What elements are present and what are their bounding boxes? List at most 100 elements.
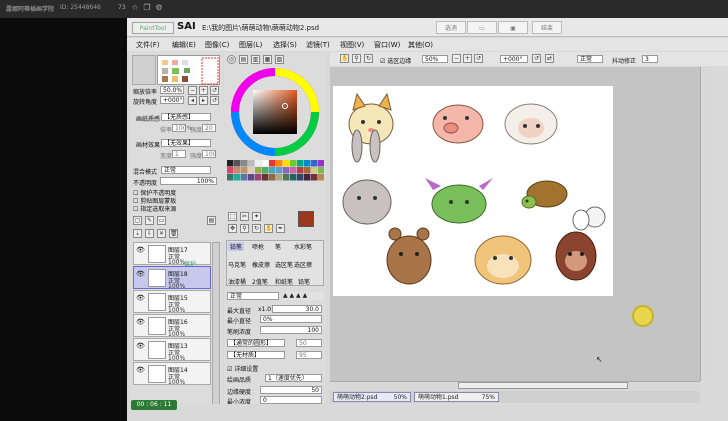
menu-image[interactable]: 图像(C) (205, 40, 229, 50)
zoom-out-button[interactable]: − (188, 86, 197, 95)
vertical-scrollbar[interactable] (700, 67, 711, 381)
hand-mode-button[interactable]: ✋ (340, 54, 349, 63)
menu-layer[interactable]: 图层(L) (239, 40, 262, 50)
menu-window[interactable]: 窗口(W) (374, 40, 400, 50)
hsv-mode-button[interactable]: ▥ (251, 55, 260, 64)
canvas-zoom-in[interactable]: + (463, 54, 472, 63)
magic-wand-tool[interactable]: ✦ (252, 212, 261, 221)
hand-tool[interactable]: ✋ (264, 224, 273, 233)
menu-select[interactable]: 选择(S) (273, 40, 297, 50)
brush-mode-select[interactable]: 正常 (227, 292, 279, 300)
tool-eraser[interactable]: 橡皮擦 (252, 260, 270, 269)
palette-mode-button[interactable]: ▧ (275, 55, 284, 64)
brush-shape-select[interactable]: 【通常的圆形】 (227, 339, 285, 347)
canvas-flip-button[interactable]: ⇄ (545, 54, 554, 63)
canvas-zoom-reset[interactable]: ↺ (474, 54, 483, 63)
window-end-button[interactable]: 结束 (532, 21, 562, 34)
layer-item[interactable]: 👁 图层14 正常 100% (133, 362, 211, 386)
color-wheel[interactable] (229, 66, 321, 158)
move-tool[interactable]: ✥ (228, 224, 237, 233)
menu-edit[interactable]: 编辑(E) (172, 40, 196, 50)
clear-layer-button[interactable]: ✕ (157, 229, 166, 238)
layer-item[interactable]: 👁 图层16 正常 100% (133, 314, 211, 338)
swatch-palette[interactable] (227, 160, 324, 208)
new-layer-button[interactable]: ▢ (133, 216, 142, 225)
new-folder-button[interactable]: ▭ (157, 216, 166, 225)
eye-icon[interactable]: 👁 (136, 294, 146, 302)
density-slider[interactable]: 100 (260, 326, 322, 334)
eye-icon[interactable]: 👁 (136, 342, 146, 350)
layer-item[interactable]: 👁 图层13 正常 100% (133, 338, 211, 362)
zoom-input[interactable]: 50.0% (160, 86, 184, 94)
rotate-reset-button[interactable]: ↺ (210, 96, 219, 105)
swatch-mode-button[interactable]: ▦ (263, 55, 272, 64)
settings-icon[interactable]: ⚙ (154, 3, 164, 13)
lasso-tool[interactable]: ✂ (240, 212, 249, 221)
zoom-reset-button[interactable]: ↺ (210, 86, 219, 95)
select-rect-tool[interactable]: ⬚ (228, 212, 237, 221)
new-linework-layer-button[interactable]: ✎ (145, 216, 154, 225)
tool-pencil[interactable]: 铅笔 (228, 242, 245, 251)
brush-texture-value[interactable]: 95 (296, 351, 322, 359)
rotate-mode-button[interactable]: ↻ (364, 54, 373, 63)
blend-mode-select[interactable]: 正常 (161, 166, 211, 174)
brush-texture-select[interactable]: 【无材质】 (227, 351, 285, 359)
zoom-tool[interactable]: ⚲ (240, 224, 249, 233)
edge-hardness-slider[interactable]: 50 (260, 386, 322, 394)
canvas-rotate-reset[interactable]: ↺ (532, 54, 541, 63)
detail-settings-checkbox[interactable]: ☑ 详细设置 (227, 364, 258, 373)
document-tab-1[interactable]: 萌萌动物2.psd 50% (333, 392, 411, 402)
tool-select-pen[interactable]: 选区笔 (275, 260, 293, 269)
max-size-slider[interactable]: 30.0 (272, 305, 322, 313)
tool-pencil-2[interactable]: 铅笔 (298, 277, 310, 286)
canvas-blend-select[interactable]: 正常 (577, 55, 603, 63)
color-wheel-mode-button[interactable]: ◎ (227, 55, 236, 64)
transfer-down-button[interactable]: ⇣ (133, 229, 142, 238)
layer-item[interactable]: 👁 图层17 正常 100% 保护 (133, 242, 211, 268)
eye-icon[interactable]: 👁 (136, 246, 146, 254)
tool-watercolor[interactable]: 水彩笔 (294, 242, 312, 251)
stabilizer-select[interactable]: 3 (642, 55, 658, 63)
navigator-preview[interactable] (157, 55, 220, 85)
merge-down-button[interactable]: ⇩ (145, 229, 154, 238)
document-tab-2[interactable]: 萌萌动物1.psd 75% (414, 392, 499, 402)
delete-layer-button[interactable]: 🗑 (169, 229, 178, 238)
menu-file[interactable]: 文件(F) (136, 40, 160, 50)
menu-view[interactable]: 视图(V) (340, 40, 364, 50)
zoom-mode-button[interactable]: ⚲ (352, 54, 361, 63)
canvas-paper[interactable] (333, 86, 613, 296)
rotate-left-button[interactable]: ◂ (188, 96, 197, 105)
foreground-color[interactable] (298, 211, 314, 227)
quality-select[interactable]: 1（速度优先） (265, 374, 322, 382)
paper-effect-select[interactable]: 【无效果】 (161, 139, 211, 147)
eye-icon[interactable]: 👁 (136, 270, 146, 278)
angle-input[interactable]: +000° (160, 96, 184, 104)
selection-source-checkbox[interactable]: ☐ 指定选取来源 (133, 204, 176, 213)
layer-item-selected[interactable]: 👁 图层18 正常 100% (133, 266, 211, 290)
min-size-slider[interactable]: 0% (260, 315, 322, 323)
canvas-angle-input[interactable]: +000° (500, 55, 528, 63)
tool-airbrush[interactable]: 喷枪 (252, 242, 264, 251)
selection-edge-checkbox[interactable]: ☑ 选区边缘 (380, 56, 411, 65)
window-maximize-button[interactable]: ▭ (467, 21, 497, 34)
opacity-slider[interactable]: 100% (160, 177, 217, 185)
menu-filter[interactable]: 滤镜(T) (306, 40, 330, 50)
window-button-1[interactable]: 选消 (436, 21, 466, 34)
effect-width-input[interactable]: 1 (172, 150, 186, 158)
min-density-slider[interactable]: 0 (260, 396, 322, 404)
paper-texture-select[interactable]: 【无质感】 (161, 113, 211, 121)
canvas-zoom-out[interactable]: − (452, 54, 461, 63)
effect-strength-input[interactable]: 100 (202, 150, 216, 158)
eye-icon[interactable]: 👁 (136, 366, 146, 374)
star-icon[interactable]: ☆ (130, 3, 140, 13)
paper-scale-input[interactable]: 100% (172, 124, 192, 132)
tool-washi-pen[interactable]: 和纸笔 (275, 277, 293, 286)
horizontal-scrollbar-thumb[interactable] (458, 382, 628, 389)
brush-shape-value[interactable]: 50 (296, 339, 322, 347)
zoom-in-button[interactable]: + (199, 86, 208, 95)
canvas-zoom-select[interactable]: 50% (422, 55, 448, 63)
tool-brush[interactable]: 笔 (275, 242, 281, 251)
copy-icon[interactable]: ❐ (142, 3, 152, 13)
layer-menu-button[interactable]: ▤ (207, 216, 216, 225)
paper-strength-input[interactable]: 20 (202, 124, 216, 132)
